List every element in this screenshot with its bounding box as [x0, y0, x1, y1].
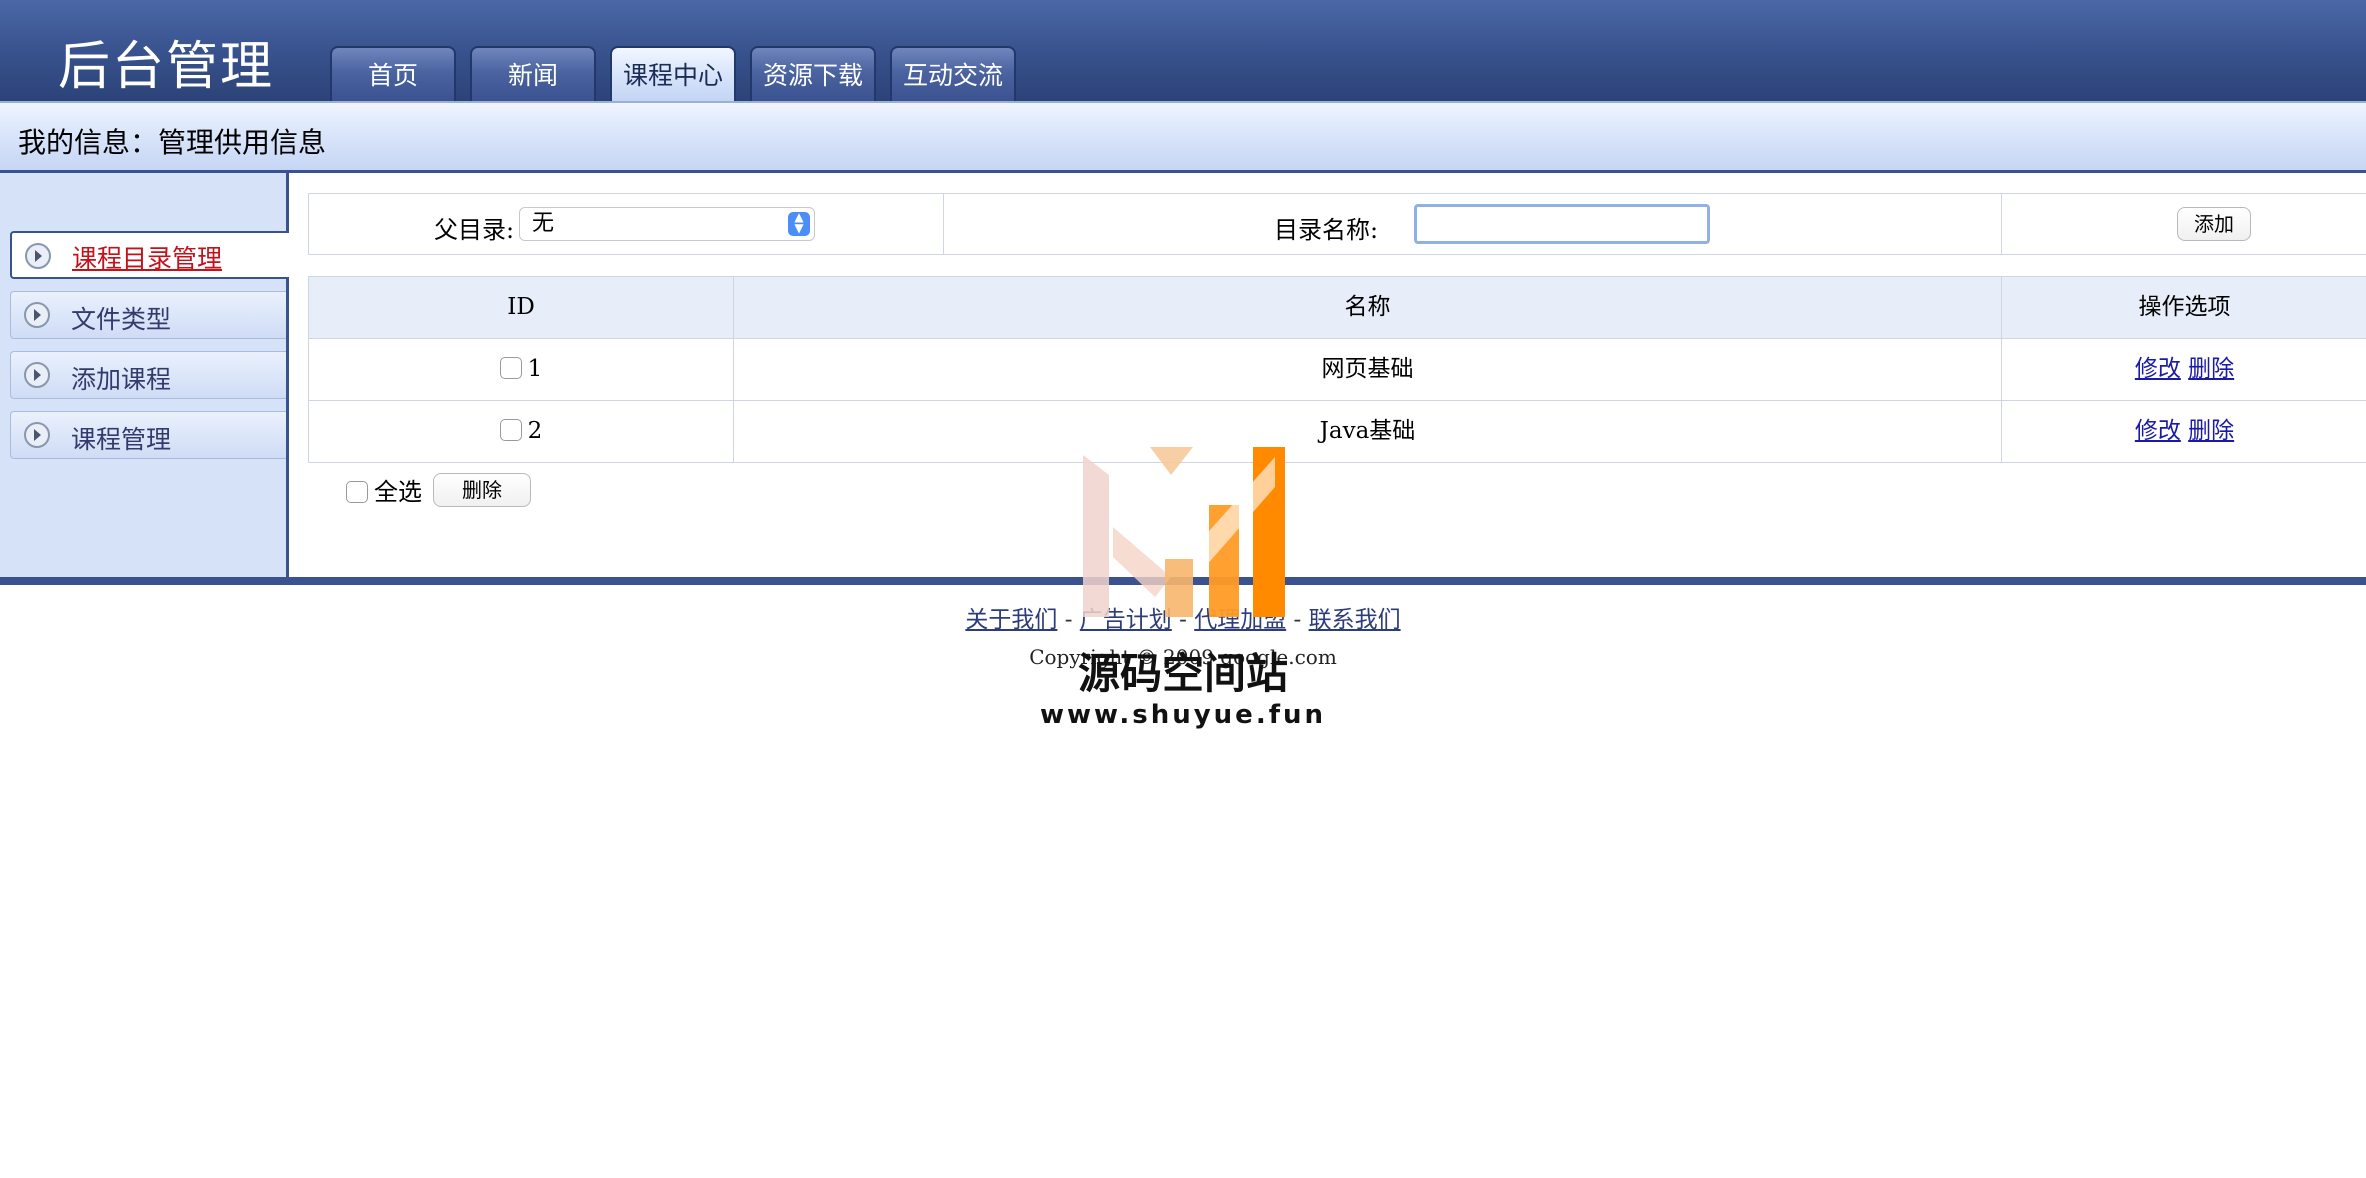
row-checkbox[interactable] [499, 419, 522, 441]
parent-label: 父目录: [434, 216, 515, 244]
add-button[interactable]: 添加 [2177, 207, 2251, 241]
parent-cell: 父目录: 无 ▲ ▼ [309, 194, 944, 254]
sidebar-item-file-type[interactable]: 文件类型 [10, 291, 286, 339]
arrow-circle-icon [24, 422, 50, 448]
catalog-name-input[interactable] [1414, 204, 1710, 244]
header-name: 名称 [734, 277, 2002, 338]
info-label: 我的信息：管理供用信息 [18, 126, 327, 159]
select-all-checkbox[interactable] [346, 481, 368, 503]
tab-interaction[interactable]: 互动交流 [890, 46, 1016, 101]
sidebar-item-label: 课程目录管理 [72, 244, 223, 273]
row-actions: 修改 删除 [2002, 401, 2366, 462]
row-id: 1 [527, 356, 543, 382]
footer-link-about[interactable]: 关于我们 [965, 607, 1057, 633]
top-header: 后台管理 首页 新闻 课程中心 资源下载 互动交流 [0, 0, 2366, 103]
delete-link[interactable]: 删除 [2188, 418, 2234, 444]
header-actions: 操作选项 [2138, 294, 2231, 320]
tab-course-center[interactable]: 课程中心 [610, 46, 736, 101]
edit-link[interactable]: 修改 [2135, 356, 2181, 382]
row-name: 网页基础 [734, 339, 2002, 400]
info-bar: 我的信息：管理供用信息 [0, 103, 2366, 173]
arrow-circle-icon [25, 243, 51, 269]
watermark-title: 源码空间站 [1077, 649, 1288, 698]
footer-link-contact[interactable]: 联系我们 [1309, 607, 1401, 633]
row-id-cell: 2 [309, 401, 734, 462]
delete-link[interactable]: 删除 [2188, 356, 2234, 382]
name-label: 目录名称: [1274, 216, 1379, 244]
table-row: 2 Java基础 修改 删除 [309, 401, 2366, 463]
row-checkbox[interactable] [499, 357, 522, 379]
arrow-circle-icon [24, 362, 50, 388]
bulk-delete-button[interactable]: 删除 [433, 473, 531, 507]
site-logo: 后台管理 [58, 37, 275, 97]
tab-home[interactable]: 首页 [330, 46, 456, 101]
tab-news[interactable]: 新闻 [470, 46, 596, 101]
sidebar-item-label: 文件类型 [71, 305, 172, 334]
sidebar-item-add-course[interactable]: 添加课程 [10, 351, 286, 399]
table-header-row: ID 名称 操作选项 [309, 277, 2366, 339]
row-id-cell: 1 [309, 339, 734, 400]
sidebar-item-course-management[interactable]: 课程管理 [10, 411, 286, 459]
select-all-label: 全选 [374, 478, 422, 506]
sidebar-item-label: 课程管理 [71, 425, 172, 454]
header-id: ID [309, 277, 734, 338]
add-cell: 添加 [2002, 194, 2366, 254]
row-id: 2 [527, 418, 543, 444]
sidebar: 课程目录管理 文件类型 添加课程 课程管理 [0, 173, 289, 577]
tab-resource-download[interactable]: 资源下载 [750, 46, 876, 101]
parent-select-value: 无 [532, 211, 555, 236]
row-name: Java基础 [734, 401, 2002, 462]
watermark-url: www.shuyue.fun [1039, 700, 1327, 730]
add-catalog-form: 父目录: 无 ▲ ▼ 目录名称: 添加 [308, 193, 2366, 255]
watermark-logo-icon [1083, 447, 1285, 617]
sidebar-item-course-catalog[interactable]: 课程目录管理 [10, 231, 289, 279]
sidebar-item-label: 添加课程 [71, 365, 172, 394]
name-cell: 目录名称: [944, 194, 2002, 254]
row-actions: 修改 删除 [2002, 339, 2366, 400]
parent-select[interactable]: 无 ▲ ▼ [519, 207, 815, 241]
catalog-table: ID 名称 操作选项 1 网页基础 修改 删除 2 Java基础 修改 删除 [308, 276, 2366, 463]
arrow-circle-icon [24, 302, 50, 328]
edit-link[interactable]: 修改 [2135, 418, 2181, 444]
select-arrows-icon: ▲ ▼ [788, 211, 810, 236]
bulk-actions: 全选 [346, 472, 422, 508]
table-row: 1 网页基础 修改 删除 [309, 339, 2366, 401]
